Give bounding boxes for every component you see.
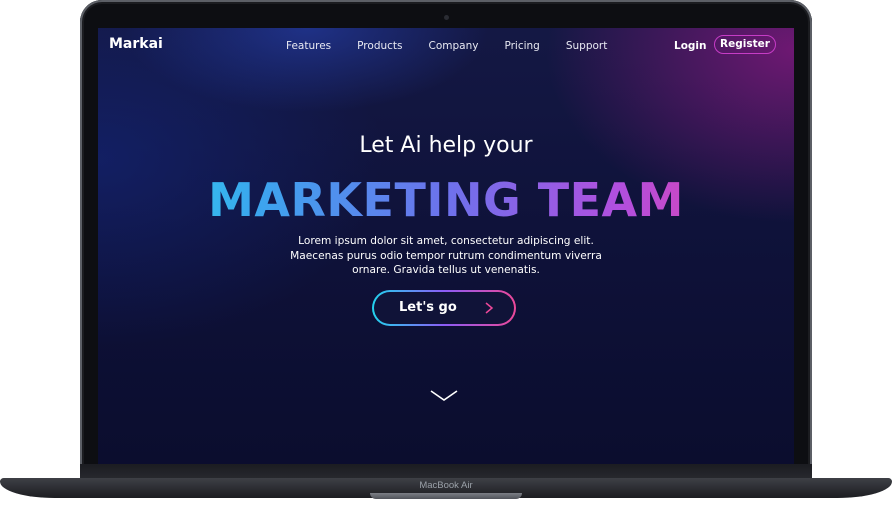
main-nav: Features Products Company Pricing Suppor… <box>286 40 633 52</box>
nav-item-products[interactable]: Products <box>357 40 402 52</box>
arrow-right-icon <box>465 302 494 314</box>
hero-description-line: Maecenas purus odio tempor rutrum condim… <box>290 249 602 262</box>
login-link[interactable]: Login <box>674 40 707 52</box>
nav-item-pricing[interactable]: Pricing <box>504 40 539 52</box>
nav-item-support[interactable]: Support <box>566 40 608 52</box>
model-label: MacBook Air <box>419 480 473 491</box>
lets-go-button[interactable]: Let's go <box>372 290 516 326</box>
hero-title: MARKETING TEAM <box>98 173 794 227</box>
hero-description-line: ornare. Gravida tellus ut venenatis. <box>352 264 540 276</box>
laptop-screen: Markai Features Products Company Pricing… <box>98 28 794 464</box>
brand-logo[interactable]: Markai <box>109 36 163 52</box>
nav-item-features[interactable]: Features <box>286 40 331 52</box>
register-button[interactable]: Register <box>714 35 776 54</box>
hero-description-line: Lorem ipsum dolor sit amet, consectetur … <box>298 235 594 247</box>
camera-icon <box>444 15 449 20</box>
cta-label: Let's go <box>399 300 457 315</box>
hero-pretitle: Let Ai help your <box>359 133 533 158</box>
nav-item-company[interactable]: Company <box>429 40 479 52</box>
chevron-down-icon[interactable] <box>429 388 459 404</box>
hero-description: Lorem ipsum dolor sit amet, consectetur … <box>268 234 624 278</box>
